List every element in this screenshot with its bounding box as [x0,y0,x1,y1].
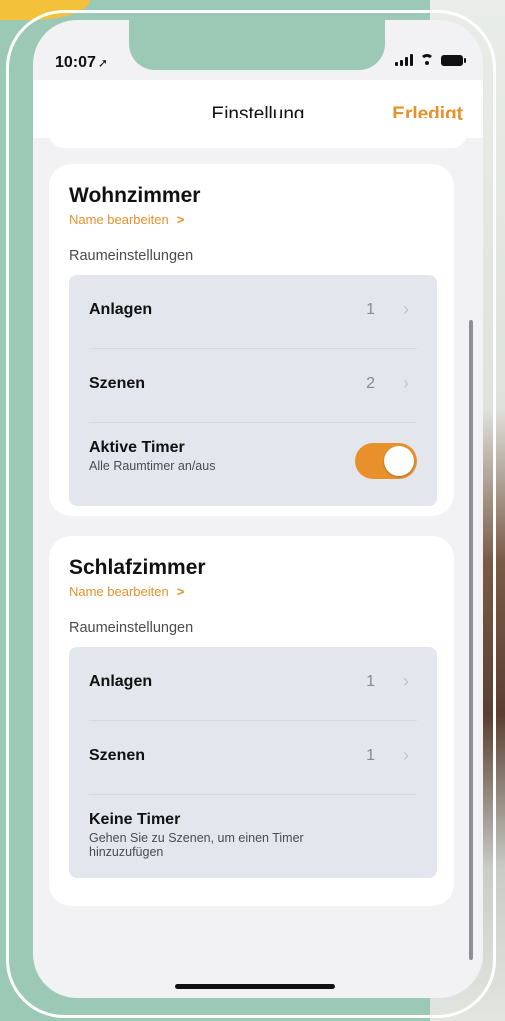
scrollbar[interactable] [469,320,473,960]
section-label: Raumeinstellungen [69,248,194,264]
chevron-right-icon: › [403,373,409,393]
szenen-row[interactable]: Szenen 1 › [89,721,417,795]
wifi-icon [419,54,435,66]
signal-icon [395,54,413,66]
status-time: 10:07 ➚ [55,54,108,71]
scroll-content[interactable]: Wohnzimmer Name bearbeiten > Raumeinstell… [33,118,483,998]
edit-name-link[interactable]: Name bearbeiten > [69,212,184,227]
room-card-wohnzimmer: Wohnzimmer Name bearbeiten > Raumeinstell… [49,164,454,516]
row-count: 2 [366,375,375,392]
section-label: Raumeinstellungen [69,620,194,636]
chevron-right-icon: > [176,212,185,227]
notch [129,20,385,70]
home-indicator[interactable] [175,984,335,989]
chevron-right-icon: › [403,671,409,691]
battery-icon [441,54,466,66]
anlagen-row[interactable]: Anlagen 1 › [89,275,417,349]
row-count: 1 [366,747,375,764]
chevron-right-icon: › [403,299,409,319]
timer-subtitle: Alle Raumtimer an/aus [89,459,216,473]
timer-row: Keine Timer Gehen Sie zu Szenen, um eine… [89,795,417,878]
edit-name-link[interactable]: Name bearbeiten > [69,584,184,599]
timer-subtitle: Gehen Sie zu Szenen, um einen Timer hinz… [89,831,304,859]
chevron-right-icon: > [176,584,185,599]
room-settings-group: Anlagen 1 › Szenen 1 › Keine Timer Gehen… [69,647,437,878]
anlagen-row[interactable]: Anlagen 1 › [89,647,417,721]
status-icons [395,54,466,66]
chevron-right-icon: › [403,745,409,765]
previous-room-card [49,118,467,148]
szenen-row[interactable]: Szenen 2 › [89,349,417,423]
timer-row: Aktive Timer Alle Raumtimer an/aus [89,423,417,506]
row-label: Anlagen [89,673,153,690]
room-card-schlafzimmer: Schlafzimmer Name bearbeiten > Raumeinste… [49,536,454,906]
room-title: Wohnzimmer [69,184,201,207]
location-arrow-icon: ➚ [97,56,108,70]
row-count: 1 [366,301,375,318]
toggle-knob [384,446,414,476]
row-label: Szenen [89,747,146,764]
room-settings-group: Anlagen 1 › Szenen 2 › Aktive Timer Alle… [69,275,437,506]
timer-title: Keine Timer [89,811,181,828]
row-label: Szenen [89,375,146,392]
row-count: 1 [366,673,375,690]
timer-title: Aktive Timer [89,439,185,456]
phone-screen: 10:07 ➚ Einstellung Erledigt Wohnzimmer N… [33,20,483,998]
row-label: Anlagen [89,301,153,318]
timer-toggle[interactable] [355,443,417,479]
room-title: Schlafzimmer [69,556,206,579]
